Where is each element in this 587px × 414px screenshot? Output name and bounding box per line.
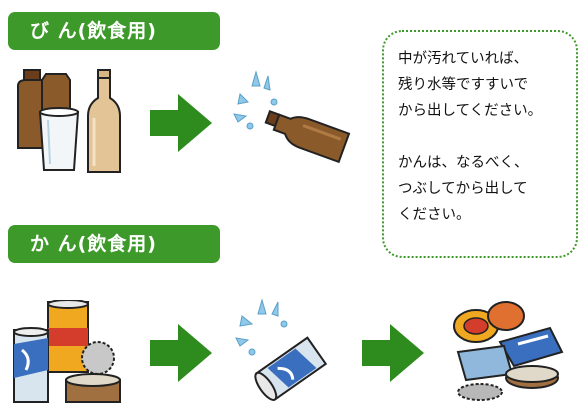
cans-illustration xyxy=(8,300,132,408)
rinsed-can-illustration xyxy=(232,298,342,410)
bottles-section-label: び ん(飲食用) xyxy=(8,12,220,50)
instruction-note: 中が汚れていれば、 残り水等ですすいで から出してください。 かんは、なるべく、… xyxy=(382,30,578,258)
note-line: つぶしてから出して xyxy=(398,181,528,197)
note-line: かんは、なるべく、 xyxy=(398,155,529,171)
note-line: 中が汚れていれば、 xyxy=(398,51,529,67)
note-line: 残り水等ですすいで xyxy=(398,77,529,93)
bottles-illustration xyxy=(12,68,132,176)
arrow-right-icon xyxy=(150,324,212,382)
note-line: から出してください。 xyxy=(398,103,543,119)
arrow-right-icon xyxy=(362,324,424,382)
cans-section-label: か ん(飲食用) xyxy=(8,225,220,263)
crushed-cans-illustration xyxy=(440,296,580,406)
arrow-right-icon xyxy=(150,94,212,152)
note-line: ください。 xyxy=(398,207,471,223)
rinsed-bottle-illustration xyxy=(232,70,352,180)
